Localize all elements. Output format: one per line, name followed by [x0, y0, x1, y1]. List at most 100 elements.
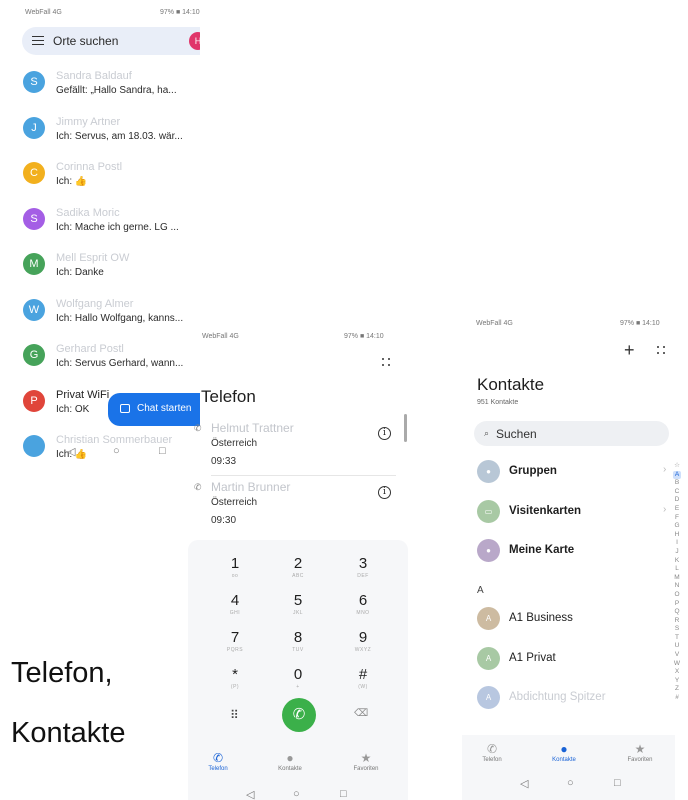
dial-letters: TUV — [292, 647, 304, 653]
alphabet-letter[interactable]: I — [673, 539, 681, 548]
alphabet-letter[interactable]: ☆ — [673, 462, 681, 471]
alphabet-letter[interactable]: W — [673, 660, 681, 669]
conversation-item[interactable]: CCorinna PostlIch: 👍Do — [0, 158, 200, 203]
conversation-item[interactable]: J Jimmy Artner Ich: Servus, am 18.03. wär.… — [0, 113, 200, 158]
add-contact-icon[interactable]: + — [624, 341, 635, 359]
alphabet-letter[interactable]: # — [673, 694, 681, 703]
recents-nav-icon[interactable]: □ — [614, 777, 621, 789]
call-log-entry[interactable]: ✆ Martin Brunner Österreich 09:30 i — [186, 479, 408, 539]
dial-key[interactable]: 9 WXYZ — [338, 629, 388, 663]
alphabet-letter[interactable]: Y — [673, 677, 681, 686]
dial-key[interactable]: 8 TUV — [273, 629, 323, 663]
alphabet-letter[interactable]: H — [673, 531, 681, 540]
dial-key[interactable]: 5 JKL — [273, 592, 323, 626]
group-icon: ● — [477, 460, 500, 483]
contact-name: A1 Privat — [509, 651, 556, 664]
phone-icon: ✆ — [194, 423, 202, 433]
dial-key[interactable]: 3 DEF — [338, 555, 388, 589]
recents-nav-icon[interactable]: □ — [159, 445, 166, 457]
dial-key[interactable]: * (P) — [210, 666, 260, 700]
alphabet-letter[interactable]: V — [673, 651, 681, 660]
dial-letters: MNO — [356, 610, 370, 616]
tab-favoriten[interactable]: ★ Favoriten — [346, 750, 386, 772]
alphabet-letter[interactable]: P — [673, 600, 681, 609]
profile-avatar[interactable]: H — [189, 32, 200, 50]
dial-key[interactable]: 0 + — [273, 666, 323, 700]
tab-telefon[interactable]: ✆ Telefon — [472, 741, 512, 763]
tab-telefon[interactable]: ✆ Telefon — [198, 750, 238, 772]
group-row-gruppen[interactable]: ● Gruppen › — [477, 458, 672, 488]
alphabet-letter[interactable]: T — [673, 634, 681, 643]
alphabet-letter[interactable]: O — [673, 591, 681, 600]
alphabet-letter[interactable]: U — [673, 642, 681, 651]
dial-key[interactable]: 6 MNO — [338, 592, 388, 626]
contact-row[interactable]: A A1 Privat — [477, 645, 672, 675]
alphabet-letter[interactable]: E — [673, 505, 681, 514]
alphabet-letter[interactable]: C — [673, 488, 681, 497]
conversation-item[interactable]: MMell Esprit OWIch: DankeDo — [0, 249, 200, 294]
back-nav-icon[interactable]: ◁ — [67, 445, 75, 458]
alphabet-letter[interactable]: X — [673, 668, 681, 677]
info-icon[interactable]: i — [378, 427, 391, 440]
tab-label: Kontakte — [278, 766, 302, 772]
alphabet-letter[interactable]: A — [673, 470, 681, 480]
back-nav-icon[interactable]: ◁ — [520, 777, 528, 790]
tab-label: Kontakte — [552, 757, 576, 763]
more-options-icon[interactable] — [657, 346, 666, 355]
alphabet-letter[interactable]: Z — [673, 685, 681, 694]
backspace-icon[interactable]: ⌫ — [354, 708, 368, 719]
phone-icon: ✆ — [486, 742, 498, 756]
back-nav-icon[interactable]: ◁ — [246, 788, 254, 800]
alphabet-letter[interactable]: G — [673, 522, 681, 531]
more-options-icon[interactable] — [382, 358, 391, 367]
call-button[interactable]: ✆ — [282, 698, 316, 732]
dial-key[interactable]: 2 ABC — [273, 555, 323, 589]
alphabet-letter[interactable]: F — [673, 514, 681, 523]
dial-key[interactable]: # (W) — [338, 666, 388, 700]
alphabet-letter[interactable]: M — [673, 574, 681, 583]
alphabet-letter[interactable]: L — [673, 565, 681, 574]
conversation-name: Sadika Moric — [56, 206, 120, 219]
conversation-item[interactable]: W Wolfgang Almer Ich: Hallo Wolfgang, kann… — [0, 295, 200, 340]
conversation-item[interactable]: G Gerhard Postl Ich: Servus Gerhard, wann.… — [0, 340, 200, 385]
contact-row[interactable]: A Abdichtung Spitzer — [477, 684, 672, 714]
conversation-item[interactable]: Christian Sommerbauer Ich: 👍 — [0, 431, 200, 470]
info-icon[interactable]: i — [378, 486, 391, 499]
contact-avatar: S — [23, 207, 45, 230]
tab-kontakte[interactable]: ● Kontakte — [270, 750, 310, 772]
tab-label: Favoriten — [353, 766, 379, 772]
home-nav-icon[interactable]: ○ — [567, 777, 574, 789]
alphabet-letter[interactable]: K — [673, 557, 681, 566]
tab-favoriten[interactable]: ★ Favoriten — [620, 741, 660, 763]
alphabet-letter[interactable]: S — [673, 625, 681, 634]
menu-icon[interactable] — [32, 36, 44, 45]
contact-avatar: G — [23, 344, 45, 366]
alphabet-letter[interactable]: D — [673, 496, 681, 505]
search-input[interactable]: ⌕ Suchen — [474, 421, 669, 446]
alphabet-letter[interactable]: Q — [673, 608, 681, 617]
conversation-name: Jimmy Artner — [56, 115, 121, 128]
dial-digit: 2 — [293, 555, 303, 572]
home-nav-icon[interactable]: ○ — [113, 445, 120, 457]
dial-key[interactable]: 7 PQRS — [210, 629, 260, 663]
alphabet-index[interactable]: ☆ A B C D E F G H I J K L M N O P Q R S T U V W X Y Z # — [673, 462, 681, 703]
group-row-meine-karte[interactable]: ● Meine Karte — [477, 537, 672, 567]
search-places-bar[interactable]: Orte suchen H — [22, 27, 200, 55]
status-bar-right: 97% ■ 14:10 — [160, 9, 200, 16]
alphabet-letter[interactable]: B — [673, 479, 681, 488]
dial-key[interactable]: 4 GHI — [210, 592, 260, 626]
alphabet-letter[interactable]: R — [673, 617, 681, 626]
conversation-item[interactable]: S Sadika Moric Ich: Mache ich gerne. LG ..… — [0, 204, 200, 249]
call-log-entry[interactable]: ✆ Helmut Trattner Österreich 09:33 i — [186, 420, 408, 480]
home-nav-icon[interactable]: ○ — [293, 788, 300, 800]
tab-kontakte[interactable]: ● Kontakte — [544, 741, 584, 763]
group-row-visitenkarten[interactable]: ▭ Visitenkarten › — [477, 498, 672, 528]
dial-key[interactable]: 1 oo — [210, 555, 260, 589]
conversation-name: Sandra Baldauf — [56, 70, 132, 82]
dialpad-grid-icon[interactable]: ⠿ — [230, 708, 239, 722]
contact-row[interactable]: A A1 Business — [477, 605, 672, 635]
recents-nav-icon[interactable]: □ — [340, 788, 347, 800]
conversation-item[interactable]: S Sandra Baldauf Gefällt: „Hallo Sandra, h… — [0, 67, 200, 112]
alphabet-letter[interactable]: N — [673, 582, 681, 591]
alphabet-letter[interactable]: J — [673, 548, 681, 557]
